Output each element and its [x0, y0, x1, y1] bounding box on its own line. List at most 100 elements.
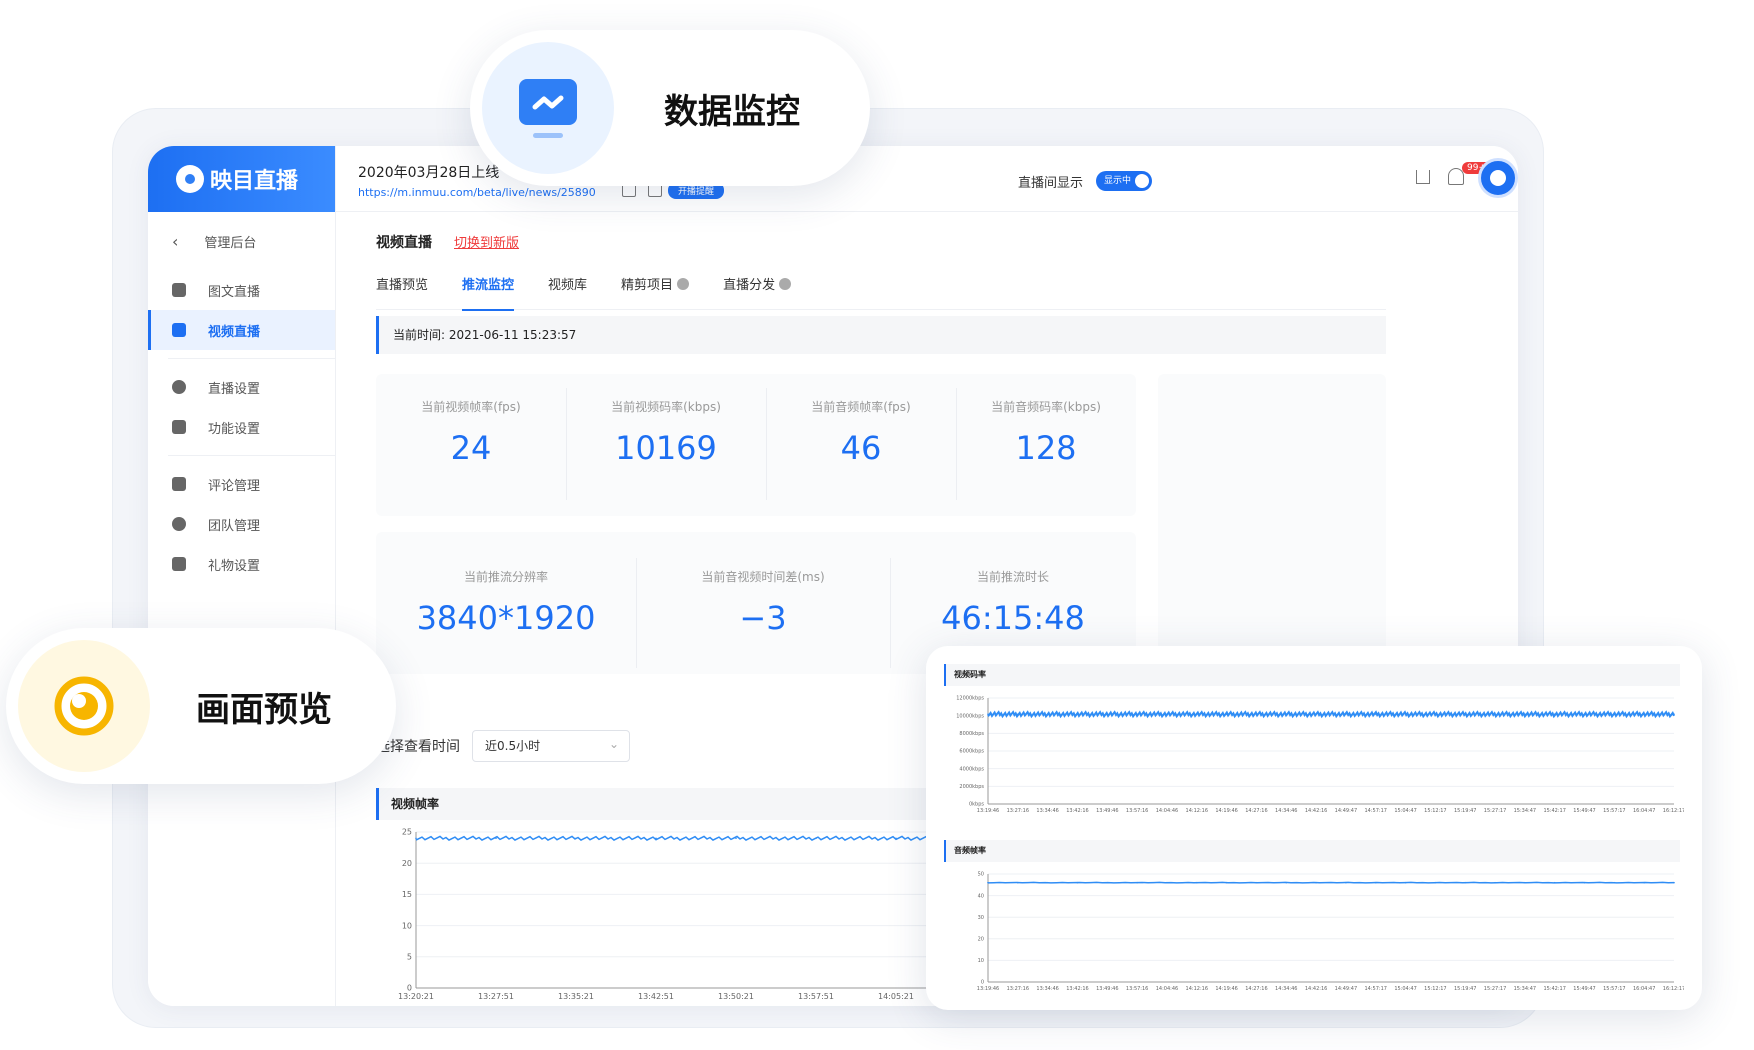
- live-url-link[interactable]: https://m.inmuu.com/beta/live/news/25890: [358, 186, 596, 199]
- data-point: [1225, 713, 1228, 715]
- x-tick-label: 14:05:21: [878, 992, 914, 1001]
- x-tick-label: 14:49:47: [1335, 808, 1357, 814]
- x-tick-label: 15:27:17: [1484, 808, 1506, 814]
- x-tick-label: 14:34:46: [1275, 808, 1297, 814]
- sidebar-item-label: 团队管理: [208, 518, 261, 534]
- x-tick-label: 15:57:17: [1603, 986, 1625, 992]
- data-point: [815, 837, 817, 840]
- data-point: [1404, 881, 1407, 884]
- help-icon[interactable]: [779, 278, 792, 290]
- sidebar-item-gifts[interactable]: 礼物设置: [148, 544, 335, 584]
- x-tick-label: 13:42:51: [638, 992, 674, 1001]
- data-point: [1613, 881, 1616, 884]
- x-tick-label: 15:19:47: [1454, 986, 1476, 992]
- data-point: [1285, 881, 1288, 884]
- preview-icon: [54, 676, 114, 736]
- data-point: [1225, 881, 1228, 884]
- x-tick-label: 14:27:16: [1245, 808, 1267, 814]
- tab-stream-monitor[interactable]: 推流监控: [462, 274, 515, 311]
- tab-distribution[interactable]: 直播分发: [723, 274, 792, 310]
- data-point: [1106, 881, 1109, 884]
- monitor-label: 数据监控: [664, 91, 800, 132]
- help-icon[interactable]: [677, 278, 690, 290]
- data-point: [1643, 713, 1645, 715]
- data-point: [1434, 713, 1437, 715]
- x-tick-label: 13:27:51: [478, 992, 514, 1001]
- tab-label: 直播分发: [723, 278, 776, 293]
- preview-label: 画面预览: [196, 689, 332, 730]
- metric-value: 24: [450, 429, 492, 467]
- tab-video-library[interactable]: 视频库: [548, 274, 587, 310]
- grid-icon: [172, 420, 186, 434]
- data-point: [1136, 713, 1138, 715]
- sidebar-item-comments[interactable]: 评论管理: [148, 464, 335, 504]
- data-point: [1345, 713, 1347, 715]
- live-display-toggle[interactable]: 显示中: [1096, 171, 1152, 191]
- data-point: [1434, 881, 1437, 884]
- data-point: [1583, 881, 1586, 884]
- monitor-charts-panel: 视频码率 0kbps 2000kbps 4000kbps 6000kbps 8000kb…: [926, 646, 1702, 1010]
- y-tick-label: 8000kbps: [959, 731, 984, 737]
- series-line: [987, 881, 1675, 884]
- x-tick-label: 15:57:17: [1603, 808, 1625, 814]
- back-to-admin[interactable]: ‹ 管理后台: [148, 212, 335, 270]
- x-tick-label: 16:04:47: [1633, 986, 1655, 992]
- download-icon[interactable]: [1416, 170, 1430, 184]
- sidebar-item-video-live[interactable]: 视频直播: [148, 310, 335, 350]
- tab-clip-projects[interactable]: 精剪项目: [621, 274, 690, 310]
- x-tick-label: 14:04:46: [1156, 986, 1178, 992]
- sidebar-item-team[interactable]: 团队管理: [148, 504, 335, 544]
- data-point: [1315, 713, 1317, 715]
- audio-fps-chart: 0 10 20 30 40 50 13:19:46 13:27:16 13:34:46 13:42…: [977, 872, 1684, 992]
- x-tick-label: 14:34:46: [1275, 986, 1297, 992]
- audio-fps-chart-title: 音频帧率: [944, 840, 1680, 862]
- data-point: [1017, 881, 1019, 884]
- x-tick-label: 14:42:16: [1305, 808, 1327, 814]
- metric-av-offset: 当前音视频时间差(ms) −3: [636, 568, 890, 637]
- data-point: [895, 837, 897, 840]
- y-tick-label: 0: [981, 980, 984, 986]
- x-tick-label: 15:34:47: [1514, 808, 1536, 814]
- metric-value: 46: [840, 429, 882, 467]
- data-point: [1404, 713, 1407, 715]
- metric-label: 当前音频帧率(fps): [811, 400, 911, 414]
- back-label: 管理后台: [204, 235, 257, 251]
- x-tick-label: 14:57:17: [1365, 986, 1387, 992]
- sidebar-item-text-live[interactable]: 图文直播: [148, 270, 335, 310]
- x-tick-label: 16:12:17: [1663, 808, 1684, 814]
- y-tick-label: 20: [978, 936, 984, 942]
- page-header: 视频直播 切换到新版: [376, 232, 519, 252]
- metric-resolution: 当前推流分辨率 3840*1920: [376, 568, 636, 637]
- tab-live-preview[interactable]: 直播预览: [376, 274, 428, 310]
- tab-label: 直播预览: [376, 278, 429, 293]
- data-point: [1464, 713, 1467, 715]
- data-point: [987, 881, 989, 884]
- data-point: [987, 713, 989, 715]
- metric-label: 当前推流分辨率: [463, 570, 548, 584]
- avatar[interactable]: [1478, 158, 1518, 198]
- sidebar-item-feature-settings[interactable]: 功能设置: [148, 407, 335, 447]
- divider: [168, 455, 335, 456]
- x-tick-label: 13:57:51: [798, 992, 834, 1001]
- x-tick-label: 16:12:17: [1663, 986, 1684, 992]
- x-tick-label: 14:12:16: [1186, 986, 1208, 992]
- time-range-select[interactable]: 近0.5小时: [472, 729, 630, 762]
- metric-label: 当前推流时长: [976, 570, 1049, 584]
- metric-value: 128: [1015, 429, 1077, 467]
- brand-logo[interactable]: 映目直播: [148, 146, 335, 212]
- x-tick-label: 15:42:17: [1543, 808, 1565, 814]
- brand-icon: [176, 165, 204, 193]
- data-point: [1494, 881, 1496, 884]
- x-tick-label: 14:19:46: [1215, 808, 1237, 814]
- metric-audio-bitrate: 当前音频码率(kbps) 128: [956, 398, 1136, 467]
- x-tick-label: 13:49:46: [1096, 808, 1118, 814]
- switch-version-link[interactable]: 切换到新版: [454, 232, 519, 251]
- feature-bubble-preview: 画面预览: [6, 628, 396, 784]
- y-tick-label: 10: [978, 958, 984, 964]
- x-tick-label: 14:12:16: [1186, 808, 1208, 814]
- data-point: [1046, 881, 1049, 884]
- x-tick-label: 14:19:46: [1215, 986, 1237, 992]
- sidebar-item-label: 功能设置: [208, 421, 261, 437]
- metric-label: 当前视频码率(kbps): [611, 400, 721, 414]
- sidebar-item-live-settings[interactable]: 直播设置: [148, 367, 335, 407]
